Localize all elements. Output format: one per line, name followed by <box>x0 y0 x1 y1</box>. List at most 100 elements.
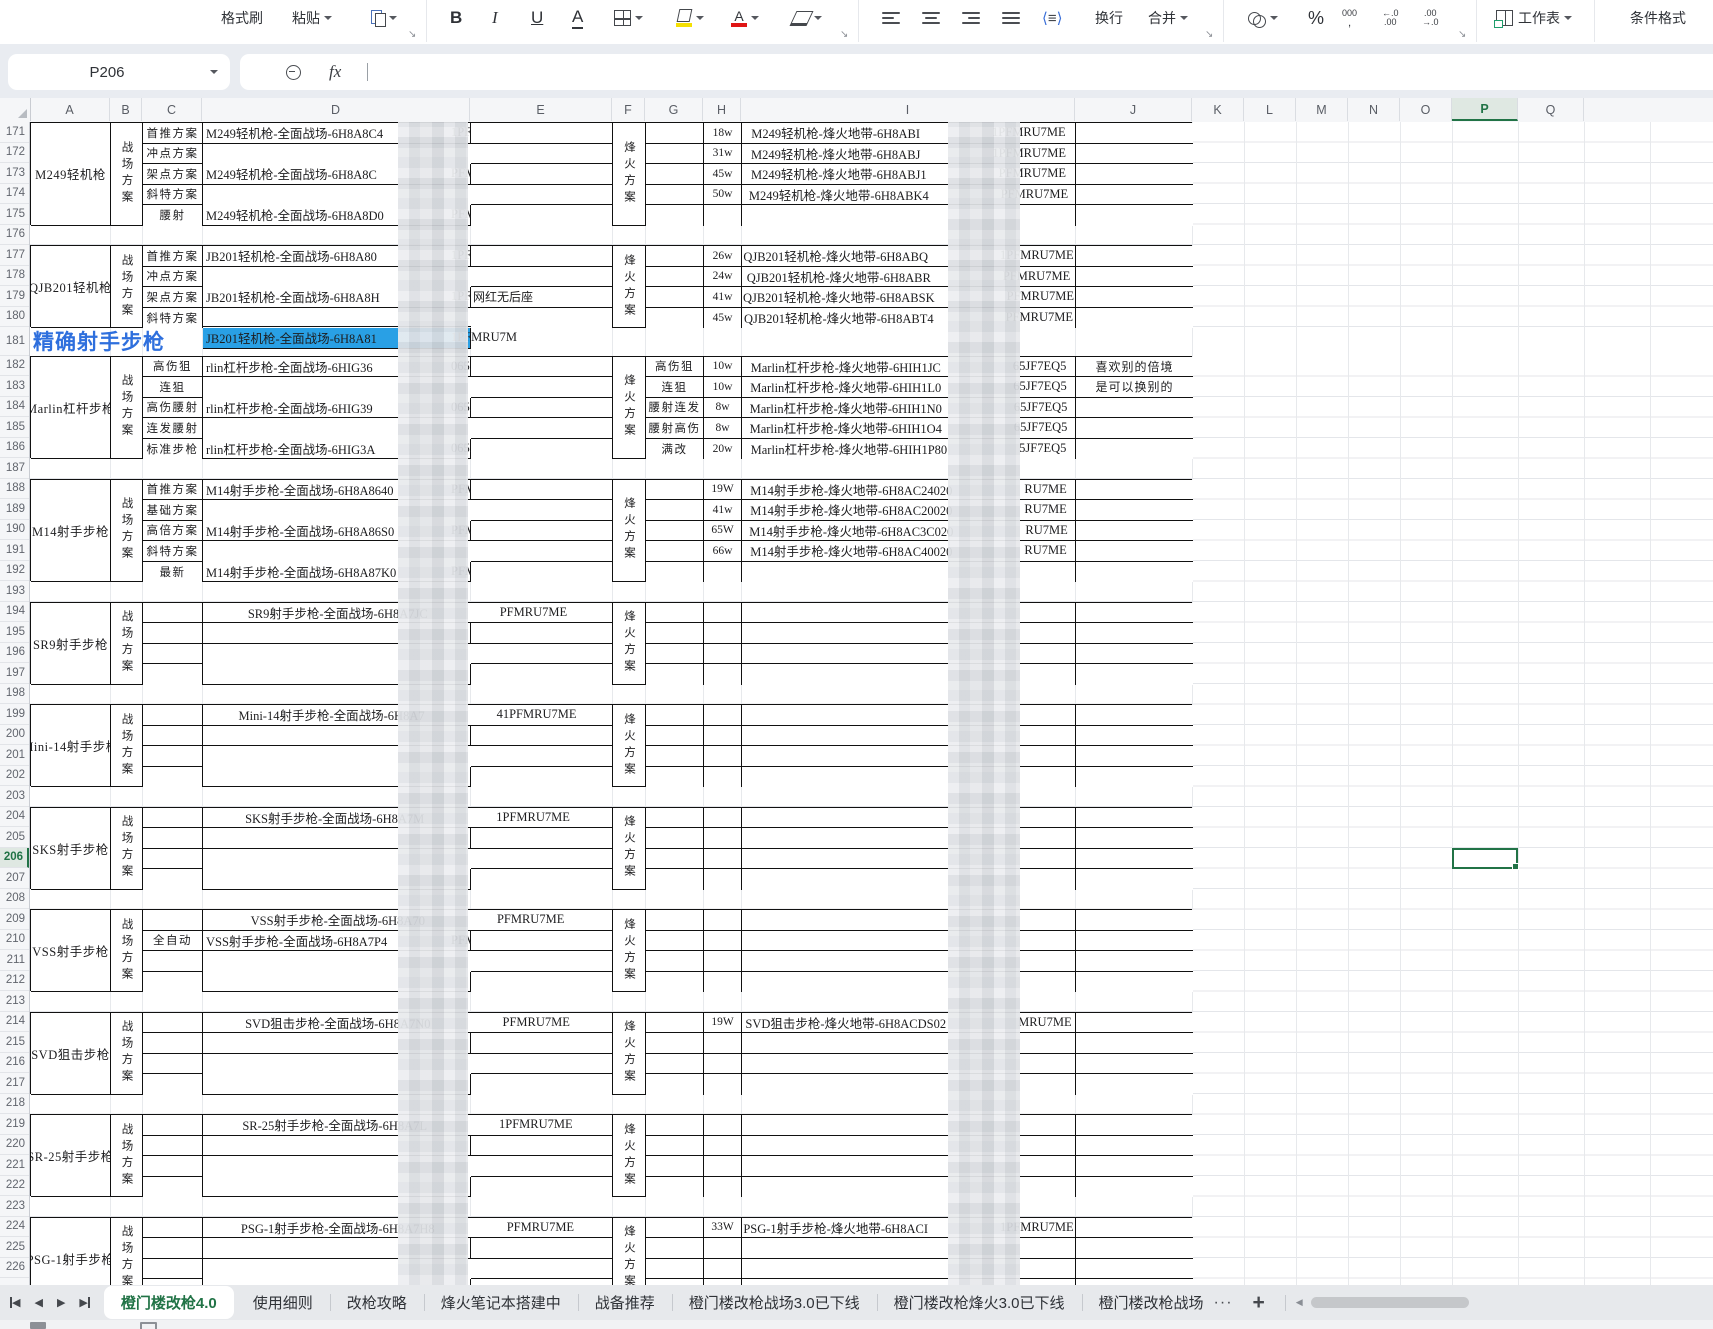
row-header-194[interactable]: 194 <box>0 602 29 622</box>
cell-G195[interactable] <box>646 623 704 644</box>
row-header-224[interactable]: 224 <box>0 1217 29 1237</box>
wrap-text-button[interactable]: 换行 <box>1095 0 1123 36</box>
cell-G189[interactable] <box>646 500 704 521</box>
cell-G178[interactable] <box>646 266 704 287</box>
cell-H185[interactable]: 8w <box>704 418 742 439</box>
cell-G194[interactable] <box>646 602 704 623</box>
cell-J220[interactable] <box>1076 1135 1193 1156</box>
cell-J179[interactable] <box>1076 287 1193 308</box>
cell-I202[interactable] <box>742 766 1076 787</box>
cell-E183[interactable] <box>471 377 613 398</box>
cell-E217[interactable] <box>471 1074 613 1095</box>
cell-I216[interactable] <box>742 1053 1076 1074</box>
cell-J215[interactable] <box>1076 1033 1193 1054</box>
cell-H225[interactable] <box>704 1238 742 1259</box>
formula-input[interactable]: fx <box>240 54 1713 90</box>
cell-I185[interactable]: Marlin杠杆步枪-烽火地带-6HIH1O4 65JF7EQ5 <box>742 418 1076 439</box>
cell-G220[interactable] <box>646 1135 704 1156</box>
cell-J180[interactable] <box>1076 307 1193 328</box>
cell-I220[interactable] <box>742 1135 1076 1156</box>
cell-J178[interactable] <box>1076 266 1193 287</box>
number-format-button[interactable] <box>1248 0 1278 36</box>
cell-E196[interactable] <box>471 643 613 664</box>
cell-J189[interactable] <box>1076 500 1193 521</box>
cell-E197[interactable] <box>471 664 613 685</box>
cell-H217[interactable] <box>704 1074 742 1095</box>
cell-C209[interactable] <box>143 910 203 931</box>
cell-I183[interactable]: Marlin杠杆步枪-烽火地带-6HIH1L0 65JF7EQ5 <box>742 377 1076 398</box>
cell-C182[interactable]: 高伤狙 <box>143 356 203 377</box>
decrease-decimal-button[interactable]: ←.0.00 <box>1382 0 1399 36</box>
cell-C199[interactable] <box>143 705 203 726</box>
cell-I211[interactable] <box>742 951 1076 972</box>
row-header-183[interactable]: 183 <box>0 376 29 397</box>
cell-C214[interactable] <box>143 1012 203 1033</box>
cell-J212[interactable] <box>1076 971 1193 992</box>
row-header-177[interactable]: 177 <box>0 245 29 266</box>
cell-E202[interactable] <box>471 766 613 787</box>
blaze-plan-cell[interactable]: 烽火方案 <box>613 356 646 459</box>
cell-C195[interactable] <box>143 623 203 644</box>
row-header-205[interactable]: 205 <box>0 827 29 848</box>
cell-H186[interactable]: 20w <box>704 438 742 459</box>
column-header-A[interactable]: A <box>30 98 110 121</box>
gun-name-cell[interactable]: SR-25射手步枪 <box>31 1115 111 1197</box>
column-header-E[interactable]: E <box>470 98 612 121</box>
cell-E201[interactable] <box>471 746 613 767</box>
cell-E173[interactable] <box>471 164 613 185</box>
cell-C178[interactable]: 冲点方案 <box>143 266 203 287</box>
cell-H210[interactable] <box>704 930 742 951</box>
cell-J207[interactable] <box>1076 869 1193 890</box>
cell-I205[interactable] <box>742 828 1076 849</box>
cell-E172[interactable] <box>471 143 613 164</box>
cell-C192[interactable]: 最新 <box>143 561 203 582</box>
battlefield-plan-cell[interactable]: 战场方案 <box>111 807 143 890</box>
row-header-208[interactable]: 208 <box>0 889 29 909</box>
cell-H184[interactable]: 8w <box>704 397 742 418</box>
cell-C212[interactable] <box>143 971 203 992</box>
cell-C206[interactable] <box>143 848 203 869</box>
blaze-plan-cell[interactable]: 烽火方案 <box>613 123 646 226</box>
cell-G219[interactable] <box>646 1115 704 1136</box>
row-header-193[interactable]: 193 <box>0 581 29 602</box>
fill-color-button[interactable] <box>676 0 704 36</box>
cell-I196[interactable] <box>742 643 1076 664</box>
cell-E171[interactable] <box>471 123 613 144</box>
prev-sheet-button[interactable]: ◀ <box>34 1296 42 1309</box>
cell-G226[interactable] <box>646 1258 704 1279</box>
row-header-188[interactable]: 188 <box>0 479 29 499</box>
cell-I217[interactable] <box>742 1074 1076 1095</box>
column-header-M[interactable]: M <box>1296 98 1348 121</box>
cell-C220[interactable] <box>143 1135 203 1156</box>
cell-H189[interactable]: 41w <box>704 500 742 521</box>
row-header-207[interactable]: 207 <box>0 868 29 889</box>
comma-style-button[interactable]: 000, <box>1342 0 1357 36</box>
cell-G212[interactable] <box>646 971 704 992</box>
cell-H199[interactable] <box>704 705 742 726</box>
cell-C221[interactable] <box>143 1156 203 1177</box>
cell-H191[interactable]: 66w <box>704 541 742 562</box>
cell-E174[interactable] <box>471 184 613 205</box>
row-header-223[interactable]: 223 <box>0 1196 29 1217</box>
row-header-180[interactable]: 180 <box>0 307 29 327</box>
selected-cell-P206[interactable] <box>1452 847 1519 870</box>
blaze-plan-cell[interactable]: 烽火方案 <box>613 1115 646 1197</box>
column-header-J[interactable]: J <box>1075 98 1192 121</box>
more-sheets-button[interactable]: ··· <box>1204 1294 1243 1312</box>
cell-C196[interactable] <box>143 643 203 664</box>
worksheet-button[interactable]: 工作表 <box>1494 0 1572 36</box>
row-header-214[interactable]: 214 <box>0 1012 29 1032</box>
cell-I225[interactable] <box>742 1238 1076 1259</box>
cell-H182[interactable]: 10w <box>704 356 742 377</box>
cell-E210[interactable] <box>471 930 613 951</box>
first-sheet-button[interactable]: ◀ <box>10 1296 20 1309</box>
row-header-185[interactable]: 185 <box>0 417 29 438</box>
cell-J216[interactable] <box>1076 1053 1193 1074</box>
cell-C210[interactable]: 全自动 <box>143 930 203 951</box>
cell-I224[interactable]: PSG-1射手步枪-烽火地带-6H8ACI 1PFMRU7ME <box>742 1217 1076 1238</box>
cell-H183[interactable]: 10w <box>704 377 742 398</box>
cell-I210[interactable] <box>742 930 1076 951</box>
cell-E179[interactable]: 网红无后座 <box>471 287 613 308</box>
cell-G201[interactable] <box>646 746 704 767</box>
blaze-plan-cell[interactable]: 烽火方案 <box>613 479 646 582</box>
